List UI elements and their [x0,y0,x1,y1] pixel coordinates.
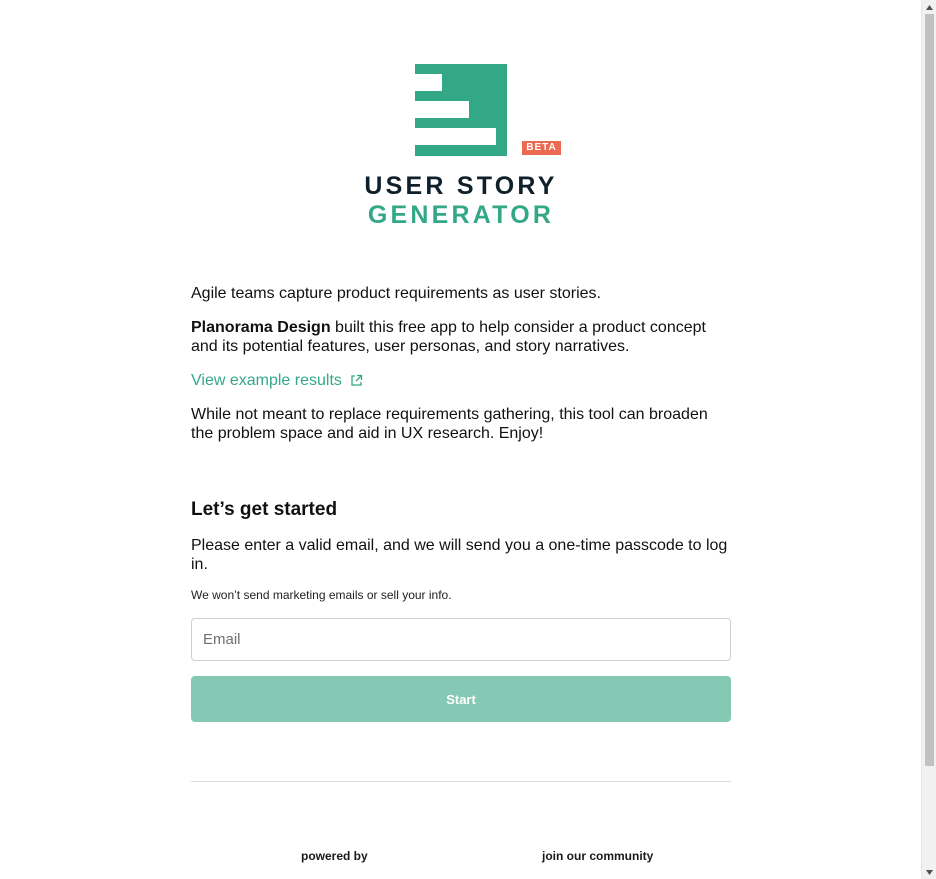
footer-divider [191,781,731,782]
powered-by-label: powered by [301,849,368,863]
disclaimer-paragraph: While not meant to replace requirements … [191,406,708,442]
join-community-label: join our community [542,849,654,863]
scrollbar-thumb[interactable] [925,14,934,766]
logo-bar-medium [415,101,469,118]
example-link-row: View example results [191,371,363,390]
get-started-heading: Let’s get started [191,499,338,520]
brand-name: Planorama Design [191,319,331,336]
logo-title-line2: GENERATOR [367,201,555,229]
logo-bar-long [415,128,496,145]
logo-title-line1: USER STORY [364,172,558,200]
vertical-scrollbar[interactable] [921,0,936,879]
intro-paragraph: Agile teams capture product requirements… [191,285,601,302]
start-button[interactable]: Start [191,676,731,722]
beta-badge: BETA [522,141,561,155]
about-paragraph: Planorama Design built this free app to … [191,318,731,356]
logo-mark [415,64,507,156]
external-link-icon [351,374,363,386]
scroll-up-arrow-icon[interactable] [922,0,936,14]
app-logo: BETA USER STORY GENERATOR [360,64,562,229]
email-field[interactable] [191,618,731,661]
logo-bar-short [415,74,442,91]
scroll-down-arrow-icon[interactable] [922,865,936,879]
page: BETA USER STORY GENERATOR Agile teams ca… [0,0,921,879]
view-example-link[interactable]: View example results [191,371,363,390]
view-example-label: View example results [191,372,342,389]
email-instructions: Please enter a valid email, and we will … [191,537,728,573]
privacy-note: We won’t send marketing emails or sell y… [191,588,452,602]
